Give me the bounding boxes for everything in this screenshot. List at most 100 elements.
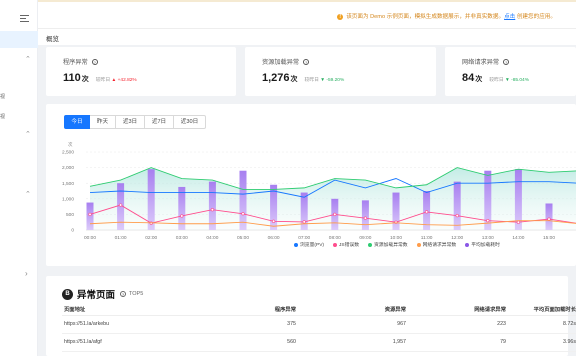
data-point bbox=[302, 220, 306, 224]
chart-bar bbox=[545, 203, 553, 230]
data-point bbox=[516, 220, 521, 224]
chart-bar bbox=[392, 192, 400, 230]
trend-up-icon: ▲ bbox=[111, 78, 117, 83]
demo-notice: ! 该页面为 Demo 示例页面，模拟生成数据展示，并非真实数据。点击 创建您的应… bbox=[337, 12, 556, 20]
x-tick-label: 01:00 bbox=[115, 235, 127, 241]
x-tick-label: 00:00 bbox=[84, 235, 96, 241]
chevron-up-icon[interactable]: ⌃ bbox=[25, 56, 31, 63]
chart-bar bbox=[208, 181, 216, 230]
trend-down-icon: ▼ bbox=[505, 78, 510, 83]
y-tick-label: 2,000 bbox=[62, 165, 74, 171]
chart-legend: 浏览量(PV) JS错误数 资源加载异常数 网络请求异常数 平均加载耗时 bbox=[294, 241, 509, 248]
table-cell: 8.72s bbox=[512, 315, 576, 334]
stat-change: -85.04% bbox=[511, 78, 529, 83]
stat-title: 程序异常? bbox=[63, 59, 98, 66]
chart-bar bbox=[361, 200, 369, 230]
help-icon[interactable]: ? bbox=[503, 59, 510, 66]
data-point bbox=[118, 203, 123, 207]
x-tick-label: 06:00 bbox=[268, 235, 280, 241]
legend-item[interactable]: 网络请求异常数 bbox=[416, 241, 457, 248]
table-cell: 1,957 bbox=[302, 333, 412, 352]
stat-card-resource-errors: 资源加载异常? 1,276次 较昨日 ▼ -59.20% bbox=[245, 47, 436, 96]
table-row[interactable]: https://51.la/arkebu 375 967 223 8.72s bbox=[62, 315, 576, 334]
table-cell-url[interactable]: https://51.la/arkebu bbox=[62, 315, 212, 334]
legend-item[interactable]: 资源加载异常数 bbox=[368, 241, 408, 248]
y-tick-label: 2,500 bbox=[62, 150, 74, 156]
stat-title: 资源加载异常? bbox=[262, 59, 310, 66]
table-cell-url[interactable]: https://51.la/afgf bbox=[62, 333, 212, 352]
chart-bar bbox=[147, 169, 155, 230]
table-cell: 560 bbox=[212, 333, 302, 352]
legend-label: JS错误数 bbox=[339, 243, 359, 248]
legend-dot-icon bbox=[465, 242, 470, 247]
y-axis-unit: 次 bbox=[68, 141, 73, 148]
y-tick-label: 1,000 bbox=[62, 196, 74, 202]
y-tick-label: 0 bbox=[71, 228, 74, 234]
chevron-right-icon[interactable]: › bbox=[25, 270, 28, 278]
legend-label: 网络请求异常数 bbox=[422, 243, 457, 248]
notice-link[interactable]: 点击 bbox=[504, 14, 515, 20]
trend-chart-card: 今日 昨天 近3日 近7日 近30日 次 0 500 1,000 1,500 2,000 2… bbox=[46, 104, 576, 266]
anomaly-pages-card: B 异常页面 ? TOP5 页面地址 程序异常 资源异常 网络请求异常 平均页面… bbox=[46, 276, 576, 356]
x-tick-label: 03:00 bbox=[176, 235, 188, 241]
legend-dot-icon bbox=[294, 242, 298, 247]
data-point bbox=[210, 208, 214, 212]
notice-text: 该页面为 Demo 示例页面，模拟生成数据展示，并非真实数据。 bbox=[346, 14, 505, 20]
legend-label: 浏览量(PV) bbox=[300, 243, 324, 248]
trend-down-icon: ▼ bbox=[320, 78, 326, 83]
anomaly-table: 页面地址 程序异常 资源异常 网络请求异常 平均页面加载时长 https://5… bbox=[62, 303, 576, 352]
column-header[interactable]: 页面地址 bbox=[62, 303, 212, 316]
data-point bbox=[333, 212, 337, 216]
table-cell: 967 bbox=[302, 315, 412, 334]
data-point bbox=[363, 216, 368, 220]
notice-tail: 创建您的应用。 bbox=[515, 14, 556, 20]
sidebar-item-active[interactable] bbox=[0, 31, 38, 48]
legend-item[interactable]: JS错误数 bbox=[333, 241, 359, 248]
legend-label: 资源加载异常数 bbox=[374, 243, 408, 248]
data-point bbox=[180, 214, 184, 218]
sidebar-item-label[interactable]: 视 bbox=[0, 93, 5, 100]
help-icon[interactable]: ? bbox=[91, 59, 98, 66]
stat-card-js-errors: 程序异常? 110次 较昨日 ▲ +42.82% bbox=[46, 47, 236, 96]
legend-item[interactable]: 浏览量(PV) bbox=[294, 241, 324, 248]
legend-label: 平均加载耗时 bbox=[471, 243, 500, 248]
warning-icon: ! bbox=[337, 14, 344, 20]
anomaly-header: B 异常页面 ? TOP5 bbox=[62, 287, 143, 301]
column-header[interactable]: 平均页面加载时长 bbox=[512, 303, 576, 316]
chevron-up-icon[interactable]: ⌃ bbox=[25, 191, 31, 198]
y-tick-label: 1,500 bbox=[62, 181, 74, 187]
stat-change: -59.20% bbox=[326, 78, 345, 83]
legend-dot-icon bbox=[368, 242, 372, 247]
top-bar: ! 该页面为 Demo 示例页面，模拟生成数据展示，并非真实数据。点击 创建您的应… bbox=[38, 0, 576, 28]
chart-bar bbox=[86, 202, 94, 230]
chart-bar bbox=[453, 181, 461, 230]
breadcrumb: 概览 bbox=[38, 28, 576, 45]
column-header[interactable]: 程序异常 bbox=[212, 303, 302, 316]
stat-value: 1,276次 较昨日 ▼ -59.20% bbox=[262, 72, 345, 84]
table-cell: 3.96s bbox=[512, 333, 576, 352]
x-tick-label: 05:00 bbox=[237, 235, 249, 241]
x-tick-label: 15:00 bbox=[543, 235, 555, 241]
chevron-up-icon[interactable]: ⌃ bbox=[25, 131, 31, 138]
data-point bbox=[455, 214, 459, 218]
column-header[interactable]: 网络请求异常 bbox=[412, 303, 512, 316]
table-cell: 375 bbox=[212, 315, 302, 334]
page-title: 概览 bbox=[46, 36, 59, 43]
x-tick-label: 14:00 bbox=[512, 235, 524, 241]
data-point bbox=[486, 219, 490, 223]
table-row[interactable]: https://51.la/afgf 560 1,957 79 3.96s bbox=[62, 333, 576, 352]
help-icon[interactable]: ? bbox=[120, 291, 127, 297]
column-header[interactable]: 资源异常 bbox=[302, 303, 412, 316]
stat-change: +42.82% bbox=[117, 78, 137, 83]
stat-card-network-errors: 网络请求异常? 84次 较昨日 ▼ -85.04% bbox=[445, 47, 576, 96]
stat-value: 110次 较昨日 ▲ +42.82% bbox=[63, 72, 137, 84]
brand-icon: B bbox=[62, 288, 73, 300]
data-point bbox=[241, 212, 245, 216]
help-icon[interactable]: ? bbox=[303, 59, 310, 66]
data-point bbox=[425, 210, 429, 214]
legend-item[interactable]: 平均加载耗时 bbox=[465, 241, 500, 248]
data-point bbox=[547, 217, 551, 221]
chart-bar bbox=[239, 170, 247, 230]
sidebar-item-label[interactable]: 视 bbox=[0, 113, 5, 120]
menu-toggle-icon[interactable] bbox=[20, 15, 29, 22]
